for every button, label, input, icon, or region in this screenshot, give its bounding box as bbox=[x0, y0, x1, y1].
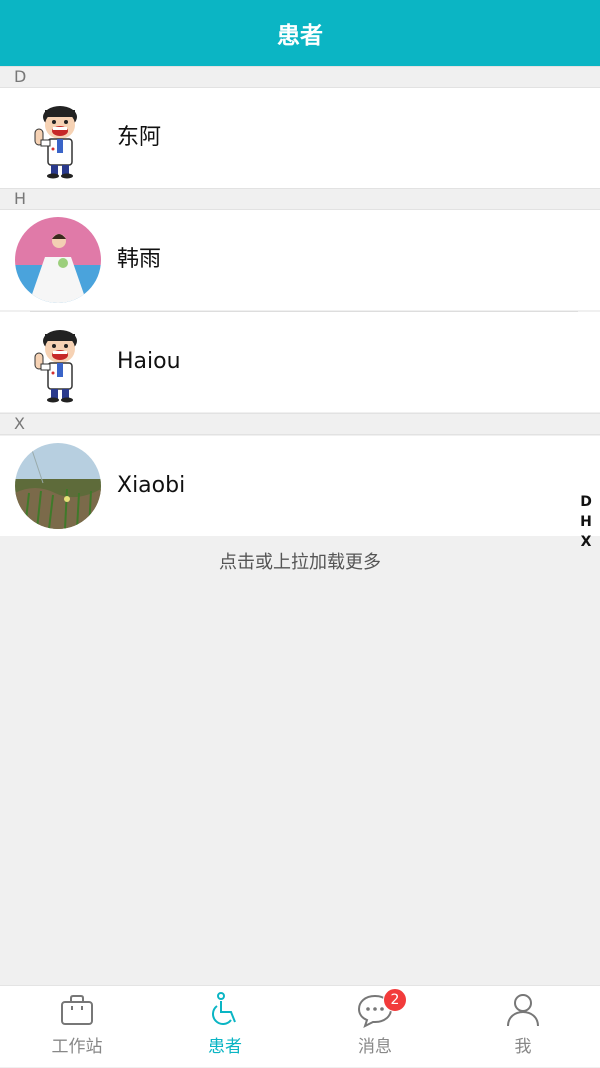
tab-workstation[interactable]: 工作站 bbox=[2, 986, 152, 1068]
tab-me[interactable]: 我 bbox=[448, 986, 598, 1068]
wheelchair-icon bbox=[207, 992, 243, 1028]
cartoon-doctor-avatar bbox=[15, 319, 101, 405]
patient-row[interactable]: Xiaobi bbox=[0, 436, 600, 536]
load-more-button[interactable]: 点击或上拉加载更多 bbox=[0, 548, 600, 574]
bride-photo-avatar bbox=[15, 217, 101, 303]
patient-name: 东阿 bbox=[117, 125, 162, 150]
tab-messages[interactable]: 2 消息 bbox=[300, 986, 450, 1068]
patient-name: 韩雨 bbox=[117, 247, 162, 272]
section-header-h: H bbox=[0, 188, 600, 210]
chat-bubble-icon: 2 bbox=[357, 988, 407, 1028]
tab-label: 我 bbox=[514, 1037, 532, 1057]
tab-label: 消息 bbox=[358, 1037, 392, 1057]
grass-photo-avatar bbox=[15, 443, 101, 529]
cartoon-doctor-avatar bbox=[15, 95, 101, 181]
patient-row[interactable]: 韩雨 bbox=[0, 210, 600, 310]
patient-row[interactable]: 东阿 bbox=[0, 88, 600, 188]
index-letter-d[interactable]: D bbox=[580, 492, 592, 512]
patient-name: Haiou bbox=[117, 349, 181, 374]
tab-label: 患者 bbox=[208, 1037, 242, 1057]
tab-label: 工作站 bbox=[51, 1037, 103, 1057]
patient-row[interactable]: Haiou bbox=[0, 312, 600, 412]
alphabet-index-bar[interactable]: D H X bbox=[576, 492, 596, 552]
section-header-d: D bbox=[0, 66, 600, 88]
bottom-tab-bar: 工作站 患者 2 消息 我 bbox=[0, 985, 600, 1067]
tab-patients[interactable]: 患者 bbox=[150, 986, 300, 1068]
page-title: 患者 bbox=[277, 23, 323, 49]
index-letter-h[interactable]: H bbox=[580, 512, 592, 532]
person-icon bbox=[505, 992, 541, 1028]
briefcase-icon bbox=[59, 992, 95, 1028]
unread-badge: 2 bbox=[383, 988, 407, 1012]
page-title-bar: 患者 bbox=[0, 0, 600, 66]
patient-name: Xiaobi bbox=[117, 473, 186, 498]
section-header-x: X bbox=[0, 413, 600, 435]
